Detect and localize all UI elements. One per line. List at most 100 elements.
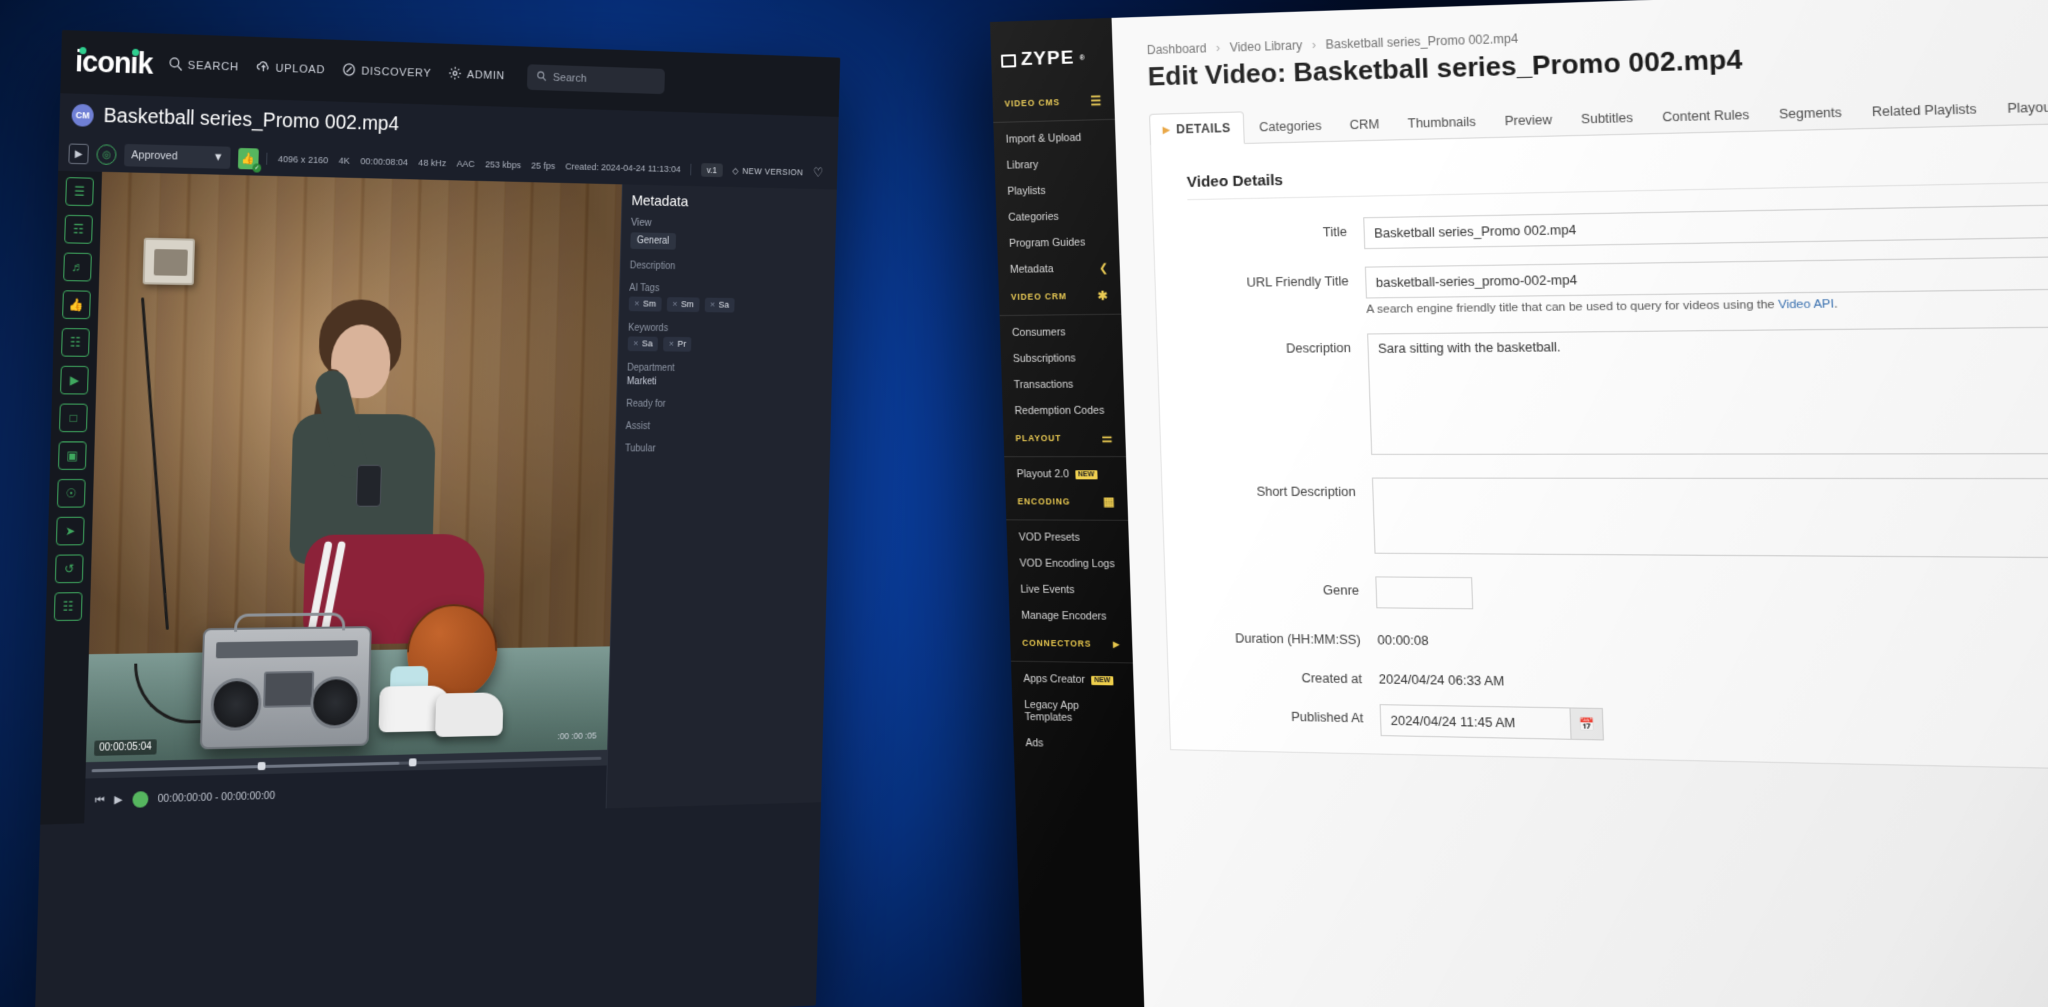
sidebar-item-subscriptions[interactable]: Subscriptions — [1001, 345, 1124, 372]
rail-comments-icon[interactable]: ☶ — [64, 214, 93, 244]
url-friendly-title-input[interactable] — [1364, 251, 2048, 299]
calendar-icon[interactable]: 📅 — [1570, 707, 1604, 741]
sidebar-item-redemption-codes[interactable]: Redemption Codes — [1002, 398, 1125, 425]
compass-icon — [342, 62, 357, 80]
nav-admin[interactable]: ADMIN — [448, 65, 505, 85]
upload-cloud-icon — [256, 59, 271, 78]
title-label: Title — [1322, 224, 1348, 240]
rail-approvals-icon[interactable]: 👍 — [62, 290, 91, 320]
rail-permissions-icon[interactable]: ☉ — [56, 479, 86, 508]
rail-share-icon[interactable]: ➤ — [55, 516, 85, 546]
sidebar-item-metadata[interactable]: Metadata ❮ — [998, 255, 1121, 283]
transport-play-icon[interactable]: ▶ — [114, 794, 122, 806]
meta-resolution: 4096 x 2160 — [277, 153, 329, 166]
video-player[interactable]: 00:00:05:04 :00 :00 :05 ⏮ ▶ 00:00:00:00 … — [84, 171, 622, 824]
keyword-chip[interactable]: × Pr — [663, 336, 692, 352]
rail-history-icon[interactable]: ↺ — [54, 554, 84, 584]
tab-related-playlists[interactable]: Related Playlists — [1858, 93, 1991, 128]
rail-relations-icon[interactable]: ☷ — [53, 592, 83, 622]
breadcrumb-dashboard[interactable]: Dashboard — [1147, 41, 1207, 57]
sidebar-section-encoding[interactable]: ENCODING ▦ — [1005, 487, 1128, 515]
rail-transcript-icon[interactable]: ♬ — [63, 252, 92, 282]
tab-crm[interactable]: CRM — [1337, 109, 1393, 141]
gear-icon — [448, 65, 463, 83]
tab-playout[interactable]: Playout — [1993, 91, 2048, 125]
sidebar-item-vod-presets[interactable]: VOD Presets — [1006, 524, 1129, 551]
sidebar-section-connectors[interactable]: CONNECTORS ▸ — [1010, 629, 1133, 659]
field-row-short-description: Short Description — [1197, 477, 2048, 565]
sidebar-item-consumers[interactable]: Consumers — [1000, 319, 1123, 346]
metadata-tubular-label: Tubular — [624, 443, 656, 455]
search-icon — [168, 56, 183, 75]
published-at-input[interactable] — [1379, 704, 1572, 740]
record-marker-icon[interactable] — [131, 791, 149, 808]
global-search-input[interactable]: Search — [526, 64, 665, 95]
sidebar-item-transactions[interactable]: Transactions — [1001, 371, 1124, 398]
sidebar-item-ads[interactable]: Ads — [1013, 730, 1136, 759]
sidebar-section-video-crm[interactable]: VIDEO CRM ✱ — [999, 281, 1122, 311]
sidebar-item-import-upload[interactable]: Import & Upload — [993, 124, 1115, 153]
sidebar-item-vod-encoding-logs[interactable]: VOD Encoding Logs — [1007, 550, 1130, 577]
nav-upload[interactable]: UPLOAD — [256, 59, 325, 79]
new-version-label: NEW VERSION — [742, 166, 804, 178]
tab-preview[interactable]: Preview — [1491, 104, 1565, 137]
nav-search-label: SEARCH — [187, 59, 239, 74]
tab-content-rules[interactable]: Content Rules — [1649, 99, 1763, 133]
created-at-value: 2024/04/24 06:33 AM — [1378, 672, 1505, 689]
video-api-link[interactable]: Video API — [1778, 298, 1834, 311]
ai-tag-chip[interactable]: × Sm — [628, 296, 662, 312]
breadcrumb-video-library[interactable]: Video Library — [1229, 38, 1302, 55]
ai-tag-chip[interactable]: × Sa — [704, 297, 735, 313]
sidebar-section-video-cms[interactable]: VIDEO CMS ☰ — [992, 87, 1115, 118]
metadata-view-label: View — [630, 216, 652, 229]
meta-timecode: 00:00:08:04 — [360, 155, 409, 168]
tab-details[interactable]: ▶ DETAILS — [1149, 111, 1245, 147]
rail-list-icon[interactable]: ☷ — [61, 328, 90, 357]
tab-thumbnails[interactable]: Thumbnails — [1395, 106, 1490, 139]
nav-discovery[interactable]: DISCOVERY — [342, 62, 432, 83]
nav-search[interactable]: SEARCH — [168, 56, 239, 76]
title-input[interactable] — [1363, 198, 2048, 250]
short-description-textarea[interactable] — [1371, 477, 2048, 561]
play-preview-icon[interactable]: ▶ — [68, 143, 89, 165]
tab-segments[interactable]: Segments — [1765, 96, 1855, 130]
sidebar-item-manage-encoders[interactable]: Manage Encoders — [1009, 603, 1132, 631]
published-at-label: Published At — [1290, 709, 1364, 726]
favorite-heart-icon[interactable]: ♡ — [813, 165, 824, 181]
new-version-button[interactable]: ◇ NEW VERSION — [732, 165, 803, 177]
rail-metadata-icon[interactable]: ☰ — [65, 177, 94, 207]
tab-subtitles[interactable]: Subtitles — [1568, 102, 1647, 135]
metadata-department-value: Marketi — [626, 376, 657, 388]
keyword-chip[interactable]: × Sa — [627, 336, 659, 352]
approve-thumbs-up-button[interactable]: 👍 ✓ — [237, 147, 262, 173]
sidebar-item-categories[interactable]: Categories — [996, 203, 1119, 231]
tab-categories[interactable]: Categories — [1246, 110, 1334, 143]
sidebar-item-apps-creator[interactable]: Apps Creator NEW — [1011, 666, 1134, 694]
ai-tag-chip[interactable]: × Sm — [666, 297, 700, 313]
sidebar-item-playout-2[interactable]: Playout 2.0 NEW — [1004, 461, 1127, 487]
transport-prev-icon[interactable]: ⏮ — [95, 794, 105, 807]
zype-logo[interactable]: ZYPE ® — [990, 32, 1113, 90]
sidebar-item-program-guides[interactable]: Program Guides — [997, 229, 1120, 257]
field-row-genre: Genre — [1200, 575, 2048, 619]
magnify-analyze-icon[interactable]: ◎ — [96, 144, 117, 166]
metadata-tab-general[interactable]: General — [630, 232, 676, 250]
iconik-logo[interactable]: iconik — [71, 45, 153, 80]
rail-subclips-icon[interactable]: ▶ — [60, 365, 89, 395]
iconik-metadata-panel: Metadata View General Description AI Tag… — [605, 184, 837, 809]
genre-input[interactable] — [1375, 576, 1474, 610]
sidebar-item-live-events[interactable]: Live Events — [1008, 576, 1131, 603]
global-search-placeholder: Search — [552, 71, 587, 85]
version-chip[interactable]: v.1 — [701, 163, 723, 178]
sidebar-item-library[interactable]: Library — [994, 150, 1116, 179]
sidebar-section-playout[interactable]: PLAYOUT ⚌ — [1003, 424, 1126, 452]
sidebar-item-legacy-app-templates[interactable]: Legacy App Templates — [1012, 692, 1135, 733]
description-textarea[interactable] — [1367, 323, 2048, 455]
avatar[interactable]: CM — [71, 103, 94, 127]
meta-bitrate: 253 kbps — [484, 158, 522, 171]
hamburger-icon: ☰ — [1090, 93, 1103, 109]
rail-snapshot-icon[interactable]: ▣ — [57, 441, 87, 470]
status-select[interactable]: Approved ▼ — [124, 143, 231, 169]
rail-crop-icon[interactable]: □ — [58, 403, 88, 433]
sidebar-item-playlists[interactable]: Playlists — [995, 176, 1117, 205]
